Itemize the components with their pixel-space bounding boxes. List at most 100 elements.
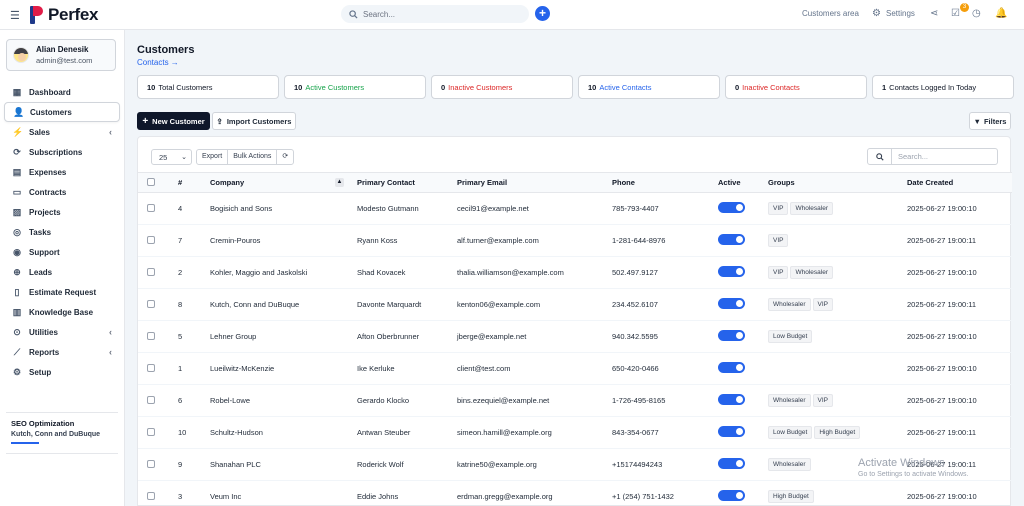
cell-company[interactable]: Bogisich and Sons <box>205 192 350 225</box>
active-toggle[interactable] <box>718 394 745 405</box>
settings-gear-icon[interactable]: ⚙ <box>872 8 881 19</box>
seo-project-widget[interactable]: SEO Optimization Kutch, Conn and DuBuque <box>11 419 121 444</box>
table-row[interactable]: 5 Lehner Group Afton Oberbrunner jberge@exa… <box>138 320 1012 353</box>
active-toggle[interactable] <box>718 298 745 309</box>
row-checkbox[interactable] <box>147 395 155 404</box>
active-toggle[interactable] <box>718 362 745 373</box>
sidebar-item-customers[interactable]: 👤 Customers <box>4 102 120 122</box>
sidebar-item-knowledge-base[interactable]: ▥ Knowledge Base <box>4 302 120 322</box>
header-phone[interactable]: Phone <box>607 172 711 193</box>
stat-card: 10 Active Contacts <box>578 75 720 99</box>
header-date-created[interactable]: Date Created <box>902 172 1012 193</box>
row-checkbox[interactable] <box>147 203 155 212</box>
tasks-check-icon[interactable]: ☑ <box>951 8 960 19</box>
row-checkbox[interactable] <box>147 235 155 244</box>
header-primary-contact[interactable]: Primary Contact <box>350 172 452 193</box>
header-active[interactable]: Active <box>711 172 761 193</box>
cell-company[interactable]: Kutch, Conn and DuBuque <box>205 288 350 321</box>
global-search-input[interactable]: Search... <box>341 5 529 23</box>
sidebar-item-contracts[interactable]: ▭ Contracts <box>4 182 120 202</box>
sidebar-item-leads[interactable]: ⊕ Leads <box>4 262 120 282</box>
active-toggle[interactable] <box>718 458 745 469</box>
sidebar-item-projects[interactable]: ▨ Projects <box>4 202 120 222</box>
table-row[interactable]: 6 Robel-Lowe Gerardo Klocko bins.ezequiel@e… <box>138 384 1012 417</box>
cell-company[interactable]: Schultz-Hudson <box>205 416 350 449</box>
active-toggle[interactable] <box>718 202 745 213</box>
share-icon[interactable]: ⋖ <box>930 8 938 19</box>
sidebar-item-reports[interactable]: ⟋ Reports ‹ <box>4 342 120 362</box>
row-checkbox[interactable] <box>147 491 155 500</box>
filters-button[interactable]: ▼ Filters <box>969 112 1011 130</box>
sidebar-item-sales[interactable]: ⚡ Sales ‹ <box>4 122 120 142</box>
header-id[interactable]: # <box>168 172 205 193</box>
header-primary-email[interactable]: Primary Email <box>452 172 607 193</box>
customers-area-link[interactable]: Customers area <box>802 9 859 18</box>
active-toggle[interactable] <box>718 490 745 501</box>
active-toggle[interactable] <box>718 330 745 341</box>
new-customer-button[interactable]: + New Customer <box>137 112 210 130</box>
cell-primary-contact[interactable]: Shad Kovacek <box>350 256 452 289</box>
cell-company[interactable]: Lehner Group <box>205 320 350 353</box>
table-row[interactable]: 4 Bogisich and Sons Modesto Gutmann cecil91… <box>138 192 1012 225</box>
select-all-checkbox[interactable] <box>147 177 155 186</box>
cell-primary-contact[interactable]: Gerardo Klocko <box>350 384 452 417</box>
table-row[interactable]: 7 Cremin-Pouros Ryann Koss alf.turner@examp… <box>138 224 1012 257</box>
active-toggle[interactable] <box>718 426 745 437</box>
table-row[interactable]: 2 Kohler, Maggio and Jaskolski Shad Kovace… <box>138 256 1012 289</box>
settings-link[interactable]: Settings <box>886 9 915 18</box>
hamburger-menu-icon[interactable]: ☰ <box>10 9 20 22</box>
stat-card: 10 Active Customers <box>284 75 426 99</box>
row-checkbox[interactable] <box>147 267 155 276</box>
bulk-actions-button[interactable]: Bulk Actions <box>228 150 278 164</box>
cell-company[interactable]: Lueilwitz-McKenzie <box>205 352 350 385</box>
sidebar-item-tasks[interactable]: ◎ Tasks <box>4 222 120 242</box>
contacts-link[interactable]: Contacts → <box>137 58 179 67</box>
cell-primary-contact[interactable]: Ryann Koss <box>350 224 452 257</box>
cell-primary-contact[interactable]: Davonte Marquardt <box>350 288 452 321</box>
app-logo[interactable]: Perfex <box>30 5 98 25</box>
cell-primary-contact[interactable]: Ike Kerluke <box>350 352 452 385</box>
sidebar-item-support[interactable]: ◉ Support <box>4 242 120 262</box>
sidebar-item-setup[interactable]: ⚙ Setup <box>4 362 120 382</box>
cell-primary-contact[interactable]: Antwan Steuber <box>350 416 452 449</box>
user-profile-card[interactable]: Alian Denesik admin@test.com <box>6 39 116 71</box>
sidebar-item-dashboard[interactable]: ▦ Dashboard <box>4 82 120 102</box>
export-button[interactable]: Export <box>197 150 229 164</box>
sidebar-item-expenses[interactable]: ▤ Expenses <box>4 162 120 182</box>
row-checkbox[interactable] <box>147 459 155 468</box>
table-row[interactable]: 10 Schultz-Hudson Antwan Steuber simeon.ham… <box>138 416 1012 449</box>
table-row[interactable]: 1 Lueilwitz-McKenzie Ike Kerluke client@tes… <box>138 352 1012 385</box>
row-checkbox[interactable] <box>147 427 155 436</box>
cell-company[interactable]: Veum Inc <box>205 480 350 506</box>
cell-primary-contact[interactable]: Afton Oberbrunner <box>350 320 452 353</box>
row-checkbox[interactable] <box>147 331 155 340</box>
table-row[interactable]: 8 Kutch, Conn and DuBuque Davonte Marquard… <box>138 288 1012 321</box>
cell-company[interactable]: Cremin-Pouros <box>205 224 350 257</box>
active-toggle[interactable] <box>718 266 745 277</box>
bell-icon[interactable]: 🔔 <box>995 8 1007 19</box>
row-checkbox[interactable] <box>147 299 155 308</box>
header-groups[interactable]: Groups <box>761 172 902 193</box>
sidebar-item-utilities[interactable]: ⊙ Utilities ‹ <box>4 322 120 342</box>
quick-create-button[interactable]: + <box>535 6 550 21</box>
header-company[interactable]: Company ▲ <box>205 172 350 193</box>
clock-icon[interactable]: ◷ <box>972 8 981 19</box>
cell-primary-contact[interactable]: Modesto Gutmann <box>350 192 452 225</box>
cell-company[interactable]: Robel-Lowe <box>205 384 350 417</box>
row-checkbox[interactable] <box>147 363 155 372</box>
sort-icon[interactable]: ▲ <box>335 178 344 187</box>
reload-button[interactable]: ⟳ <box>277 150 293 164</box>
bolt-icon: ⚡ <box>12 126 24 137</box>
sidebar-item-subscriptions[interactable]: ⟳ Subscriptions <box>4 142 120 162</box>
cell-company[interactable]: Kohler, Maggio and Jaskolski <box>205 256 350 289</box>
table-search-input[interactable]: Search... <box>892 152 928 161</box>
cell-primary-contact[interactable]: Roderick Wolf <box>350 448 452 481</box>
table-search[interactable]: Search... <box>867 148 998 165</box>
sidebar-item-estimate-request[interactable]: ▯ Estimate Request <box>4 282 120 302</box>
cell-primary-contact[interactable]: Eddie Johns <box>350 480 452 506</box>
import-customers-button[interactable]: ⇪ Import Customers <box>212 112 296 130</box>
active-toggle[interactable] <box>718 234 745 245</box>
table-row[interactable]: 3 Veum Inc Eddie Johns erdman.gregg@example… <box>138 480 1012 506</box>
page-size-select[interactable]: 25 ⌄ <box>151 149 192 165</box>
cell-company[interactable]: Shanahan PLC <box>205 448 350 481</box>
